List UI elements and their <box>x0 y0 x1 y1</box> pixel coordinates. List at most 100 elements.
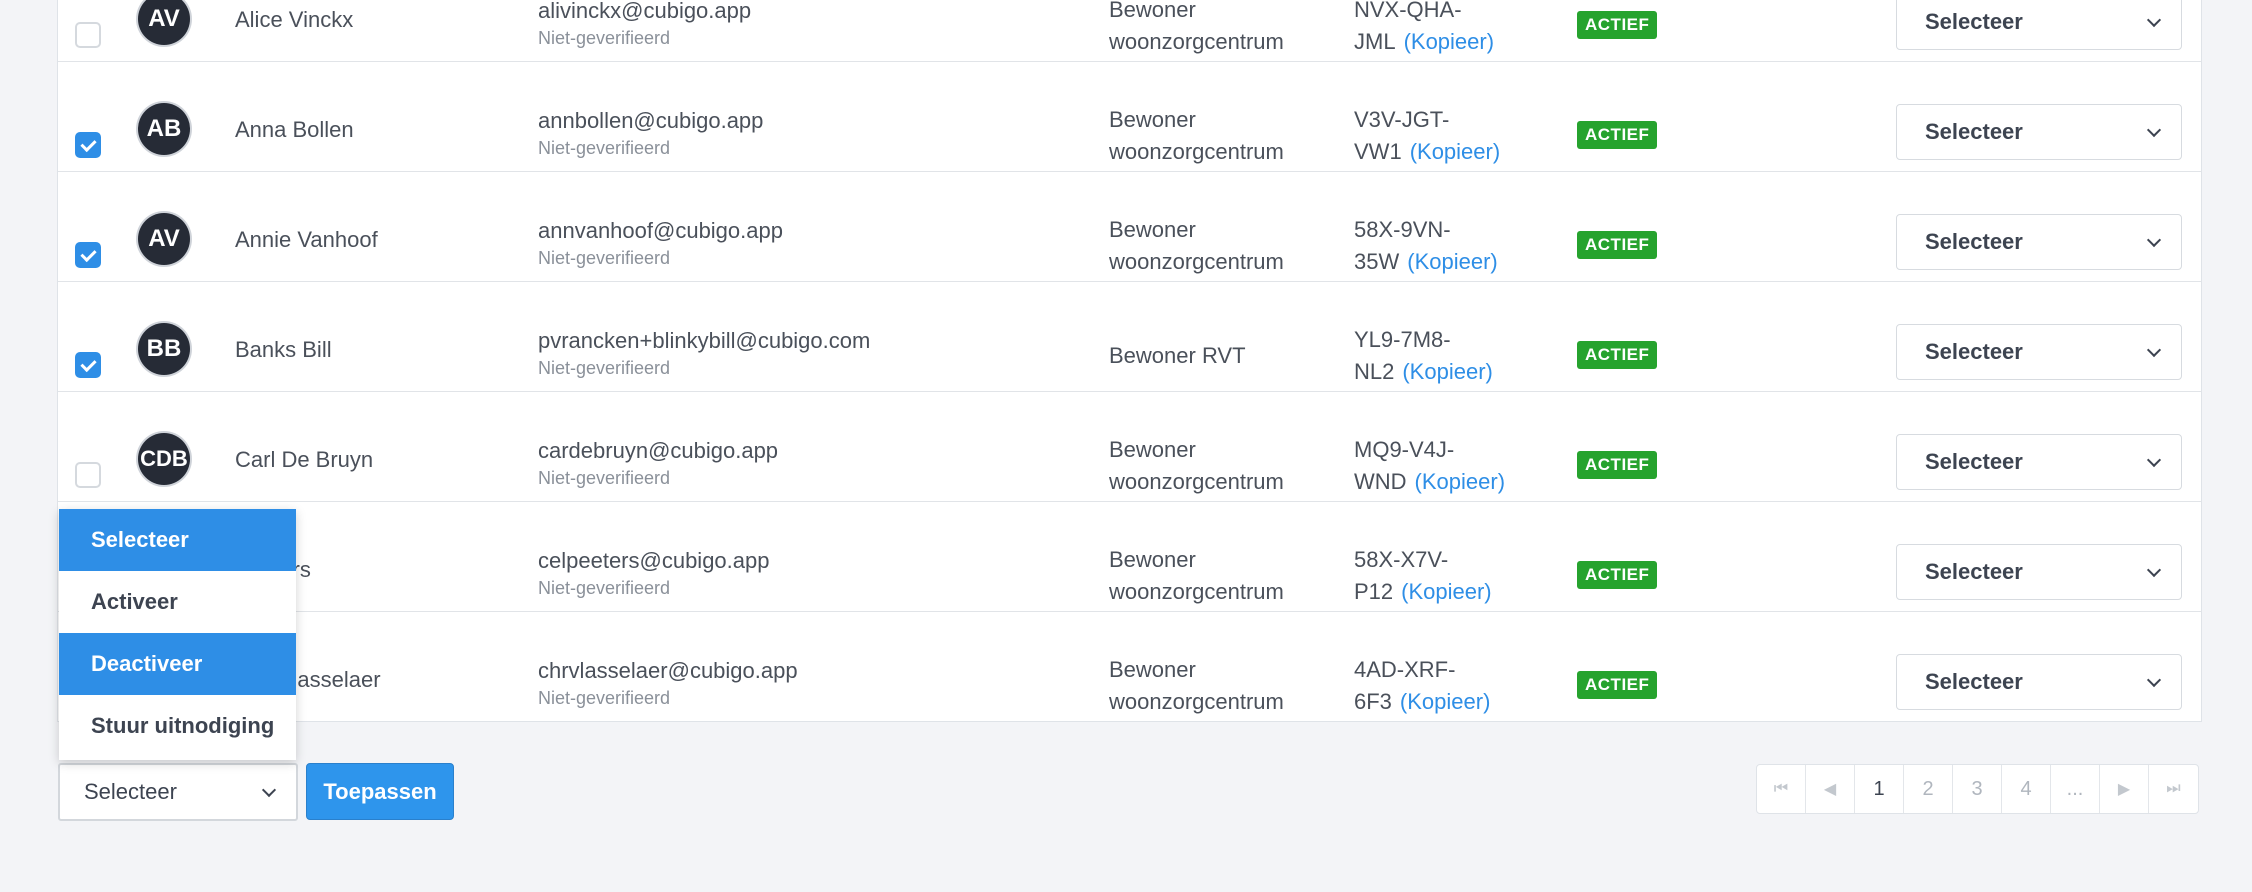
status-badge: ACTIEF <box>1577 561 1658 589</box>
apply-button[interactable]: Toepassen <box>306 763 454 820</box>
invite-code: NVX-QHA- JML (Kopieer) <box>1354 0 1495 54</box>
user-role: Bewoner woonzorgcentrum <box>1109 657 1284 714</box>
avatar: AV <box>138 213 190 265</box>
copy-code-link[interactable]: (Kopieer) <box>1404 29 1494 54</box>
table-row: AV Annie Vanhoof annvanhoof@cubigo.app Niet… <box>58 172 2201 282</box>
invite-code: 58X-9VN- 35W (Kopieer) <box>1354 217 1498 274</box>
row-action-select-value: Selecteer <box>1925 9 2023 34</box>
table-row: AV Alice Vinckx alivinckx@cubigo.app Niet-g… <box>58 0 2201 62</box>
copy-code-link[interactable]: (Kopieer) <box>1415 469 1505 494</box>
status-badge: ACTIEF <box>1577 121 1658 149</box>
user-name: Carl De Bruyn <box>235 447 374 472</box>
avatar: AB <box>138 103 190 155</box>
row-action-select[interactable]: Selecteer <box>1896 324 2182 380</box>
table-row: CVane Vlasselaerchrvlasselaer@cubigo.app… <box>58 612 2201 722</box>
row-action-select[interactable]: Selecteer <box>1896 214 2182 270</box>
user-role: Bewoner woonzorgcentrum <box>1109 547 1284 604</box>
page-number[interactable]: 3 <box>1953 765 2002 813</box>
user-name: Alice Vinckx <box>235 7 354 32</box>
row-checkbox[interactable] <box>75 22 101 48</box>
avatar: AV <box>138 0 190 45</box>
row-action-select-value: Selecteer <box>1925 339 2023 364</box>
row-action-select-value: Selecteer <box>1925 559 2023 584</box>
user-role: Bewoner woonzorgcentrum <box>1109 0 1284 54</box>
status-badge: ACTIEF <box>1577 451 1658 479</box>
prev-page-icon[interactable]: ◀ <box>1806 765 1855 813</box>
chevron-down-icon <box>2146 232 2162 248</box>
dropdown-option[interactable]: Deactiveer <box>59 633 296 695</box>
row-checkbox[interactable] <box>75 132 101 158</box>
dropdown-option[interactable]: Stuur uitnodiging <box>59 695 296 757</box>
chevron-down-icon <box>2146 672 2162 688</box>
row-action-select[interactable]: Selecteer <box>1896 104 2182 160</box>
chevron-down-icon <box>261 782 277 798</box>
user-role: Bewoner RVT <box>1109 343 1246 368</box>
row-checkbox[interactable] <box>75 352 101 378</box>
chevron-down-icon <box>2146 122 2162 138</box>
chevron-down-icon <box>2146 12 2162 28</box>
copy-code-link[interactable]: (Kopieer) <box>1401 579 1491 604</box>
table-row: BB Banks Bill pvrancken+blinkybill@cubigo.… <box>58 282 2201 392</box>
invite-code: 58X-X7V- P12 (Kopieer) <box>1354 547 1492 604</box>
users-table: AV Alice Vinckx alivinckx@cubigo.app Niet-g… <box>57 0 2202 722</box>
copy-code-link[interactable]: (Kopieer) <box>1410 139 1500 164</box>
next-page-icon[interactable]: ▶ <box>2100 765 2149 813</box>
status-badge: ACTIEF <box>1577 341 1658 369</box>
copy-code-link[interactable]: (Kopieer) <box>1400 689 1490 714</box>
status-badge: ACTIEF <box>1577 231 1658 259</box>
row-action-select-value: Selecteer <box>1925 669 2023 694</box>
verification-status: Niet-geverifieerd <box>538 248 671 268</box>
bulk-action-dropdown: Selecteer Activeer Deactiveer Stuur uitnodi… <box>59 509 296 760</box>
row-action-select[interactable]: Selecteer <box>1896 544 2182 600</box>
chevron-down-icon <box>2146 342 2162 358</box>
user-name: Anna Bollen <box>235 117 354 142</box>
page-number[interactable]: 2 <box>1904 765 1953 813</box>
verification-status: Niet-geverifieerd <box>538 688 671 708</box>
copy-code-link[interactable]: (Kopieer) <box>1402 359 1492 384</box>
invite-code: YL9-7M8- NL2 (Kopieer) <box>1354 327 1493 384</box>
row-checkbox[interactable] <box>75 462 101 488</box>
user-role: Bewoner woonzorgcentrum <box>1109 437 1284 494</box>
table-row: AB Anna Bollen annbollen@cubigo.app Niet-ge… <box>58 62 2201 172</box>
user-role: Bewoner woonzorgcentrum <box>1109 217 1284 274</box>
copy-code-link[interactable]: (Kopieer) <box>1407 249 1497 274</box>
first-page-icon[interactable]: ⏮ <box>1757 765 1806 813</box>
row-action-select[interactable]: Selecteer <box>1896 0 2182 50</box>
avatar: CDB <box>138 433 190 485</box>
user-role: Bewoner woonzorgcentrum <box>1109 107 1284 164</box>
page-number[interactable]: 1 <box>1855 765 1904 813</box>
last-page-icon[interactable]: ⏭ <box>2149 765 2198 813</box>
invite-code: MQ9-V4J- WND (Kopieer) <box>1354 437 1506 494</box>
table-row: CDB Carl De Bruyn cardebruyn@cubigo.app Nie… <box>58 392 2201 502</box>
row-checkbox[interactable] <box>75 242 101 268</box>
avatar: BB <box>138 323 190 375</box>
status-badge: ACTIEF <box>1577 11 1658 39</box>
user-email: alivinckx@cubigo.app Niet-geverifieerd <box>538 0 752 48</box>
user-email: pvrancken+blinkybill@cubigo.com Niet-geve… <box>538 328 871 378</box>
verification-status: Niet-geverifieerd <box>538 578 671 598</box>
bulk-action-select-value: Selecteer <box>84 779 177 804</box>
row-action-select-value: Selecteer <box>1925 119 2023 144</box>
verification-status: Niet-geverifieerd <box>538 138 671 158</box>
page-number[interactable]: 4 <box>2002 765 2051 813</box>
invite-code: 4AD-XRF- 6F3 (Kopieer) <box>1354 657 1491 714</box>
bulk-action-select[interactable]: Selecteer <box>58 763 298 821</box>
user-name: Annie Vanhoof <box>235 227 378 252</box>
status-badge: ACTIEF <box>1577 671 1658 699</box>
row-action-select[interactable]: Selecteer <box>1896 654 2182 710</box>
user-email: cardebruyn@cubigo.app Niet-geverifieerd <box>538 438 779 488</box>
row-action-select-value: Selecteer <box>1925 229 2023 254</box>
user-email: annvanhoof@cubigo.app Niet-geverifieerd <box>538 218 783 268</box>
row-action-select-value: Selecteer <box>1925 449 2023 474</box>
dropdown-option[interactable]: Selecteer <box>59 509 296 571</box>
dropdown-option[interactable]: Activeer <box>59 571 296 633</box>
user-email: annbollen@cubigo.app Niet-geverifieerd <box>538 108 764 158</box>
pagination: ⏮ ◀ 1 2 3 4... ▶ ⏭ <box>1756 764 2199 814</box>
chevron-down-icon <box>2146 452 2162 468</box>
row-action-select[interactable]: Selecteer <box>1896 434 2182 490</box>
invite-code: V3V-JGT- VW1 (Kopieer) <box>1354 107 1501 164</box>
verification-status: Niet-geverifieerd <box>538 358 671 378</box>
verification-status: Niet-geverifieerd <box>538 28 671 48</box>
table-row: CPPeeterscelpeeters@cubigo.appNiet-gever… <box>58 502 2201 612</box>
page-number[interactable]: ... <box>2051 765 2100 813</box>
